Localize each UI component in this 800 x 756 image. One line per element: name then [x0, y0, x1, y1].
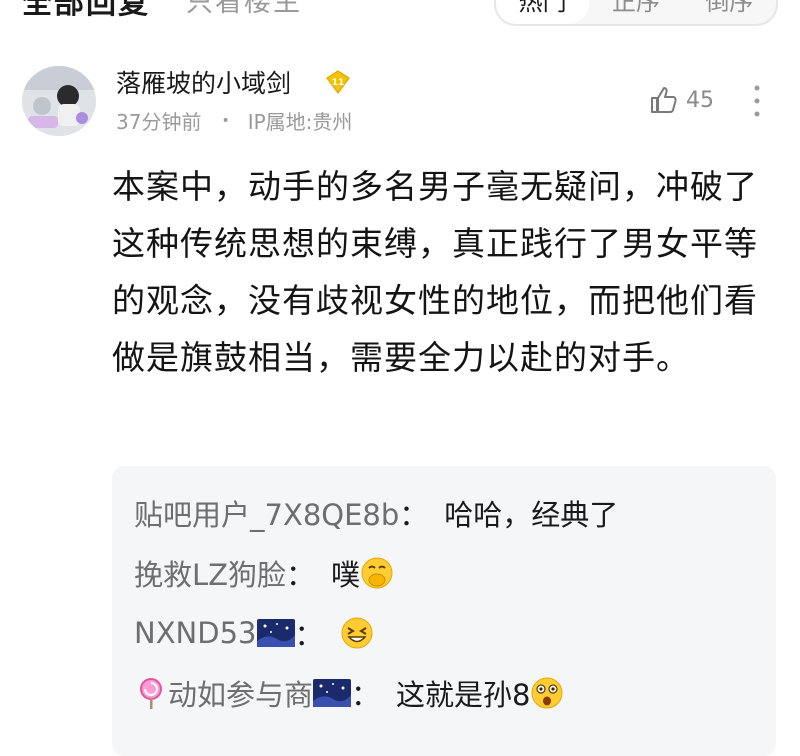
- level-number: 11: [332, 78, 345, 88]
- reply-colon: ：: [351, 678, 381, 712]
- avatar-image: [22, 66, 96, 136]
- avatar[interactable]: [22, 66, 96, 136]
- hand-over-mouth-emoji: [361, 557, 393, 589]
- reply-text: 哈哈，经典了: [444, 498, 619, 532]
- reply-text: 这就是孙8: [396, 678, 531, 712]
- sort-toggle: 热门 正序 倒序: [494, 0, 778, 26]
- only-op-tab[interactable]: 只看楼主: [186, 0, 302, 19]
- reply-colon: ：: [286, 558, 316, 592]
- more-options-icon[interactable]: [752, 84, 762, 118]
- like-button[interactable]: 45: [648, 84, 714, 116]
- username[interactable]: 落雁坡的小域剑: [116, 64, 291, 100]
- starry-night-icon: [256, 619, 295, 647]
- reply-username[interactable]: 贴吧用户_7X8QE8b: [134, 492, 399, 534]
- lollipop-icon: [140, 678, 162, 709]
- reply-username[interactable]: 动如参与商: [168, 672, 313, 714]
- starry-night-icon: [313, 679, 352, 707]
- laughing-emoji: [341, 617, 373, 649]
- ip-location: IP属地:贵州: [247, 110, 353, 134]
- comment-time: 37分钟前: [116, 110, 202, 134]
- reply-username[interactable]: 挽救LZ狗脸: [134, 552, 286, 594]
- sort-hot-button[interactable]: 热门: [496, 0, 590, 24]
- thumbs-up-icon: [651, 87, 677, 113]
- comment-meta: 37分钟前 • IP属地:贵州: [116, 106, 352, 135]
- reply-item[interactable]: 动如参与商 ： 这就是孙8: [134, 672, 564, 714]
- reply-colon: ：: [294, 618, 324, 652]
- sort-asc-button[interactable]: 正序: [589, 0, 682, 24]
- level-badge-icon: 11: [326, 70, 350, 94]
- reply-colon: ：: [399, 498, 429, 532]
- reply-text: 噗: [331, 558, 361, 592]
- reply-item[interactable]: 挽救LZ狗脸 ： 噗: [134, 552, 394, 594]
- meta-separator: •: [221, 112, 230, 129]
- reply-item[interactable]: NXND53 ：: [134, 612, 374, 654]
- comment-text: 本案中，动手的多名男子毫无疑问，冲破了这种传统思想的束缚，真正践行了男女平等的观…: [112, 167, 758, 377]
- sub-replies-panel[interactable]: 贴吧用户_7X8QE8b ： 哈哈，经典了 挽救LZ狗脸 ： 噗 NXND53 …: [112, 466, 776, 756]
- like-count: 45: [686, 87, 714, 113]
- reply-username[interactable]: NXND53: [134, 616, 257, 650]
- shocked-emoji: [531, 677, 563, 709]
- reply-item[interactable]: 贴吧用户_7X8QE8b ： 哈哈，经典了: [134, 492, 618, 534]
- all-replies-tab[interactable]: 全部回复: [22, 0, 150, 22]
- reply-filter-bar: 全部回复 只看楼主 热门 正序 倒序: [0, 0, 800, 26]
- sort-desc-button[interactable]: 倒序: [683, 0, 776, 24]
